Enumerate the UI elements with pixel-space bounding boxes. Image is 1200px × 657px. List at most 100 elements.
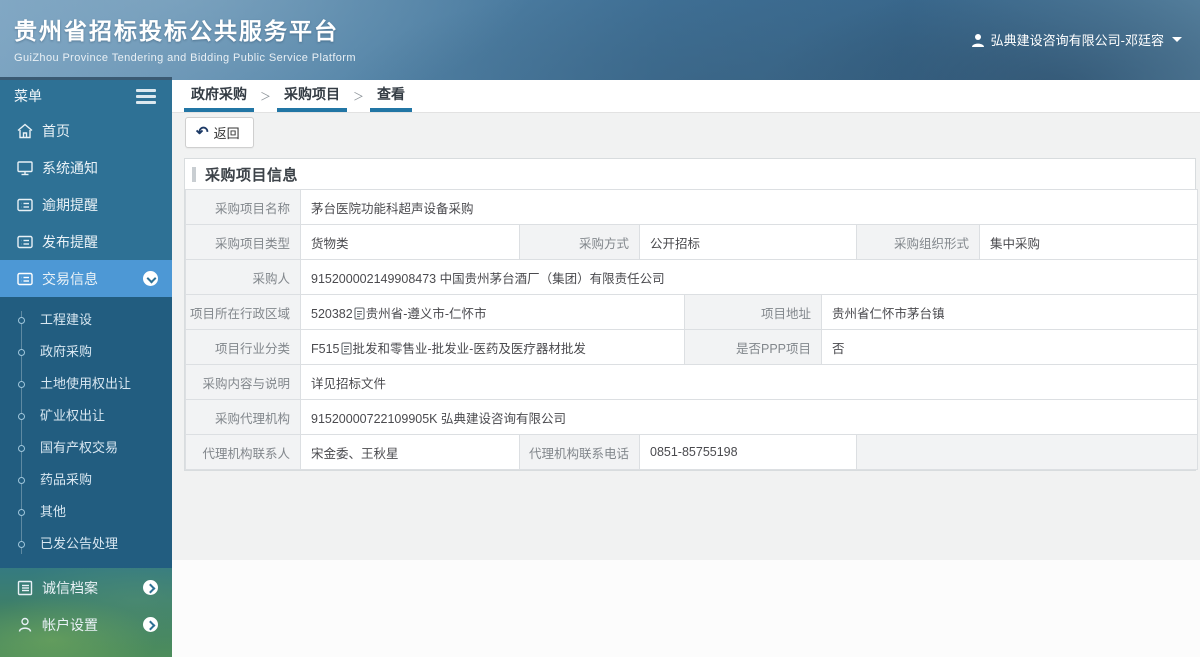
chevron-down-circle-icon [143,271,158,286]
sidebar-item-label: 系统通知 [42,159,98,176]
document-lines-icon [17,272,33,285]
content-desc-value: 详见招标文件 [299,364,1199,400]
sidebar-item-account-settings[interactable]: 帐户设置 [0,606,172,643]
project-type-value: 货物类 [300,224,520,260]
sidebar-item-transaction-info[interactable]: 交易信息 [0,260,172,297]
platform-brand: 贵州省招标投标公共服务平台 GuiZhou Province Tendering… [14,12,356,64]
field-label: 采购代理机构 [185,399,301,435]
field-label: 采购组织形式 [856,224,980,260]
sidebar-item-home[interactable]: 首页 [0,112,172,149]
sidebar-item-label: 帐户设置 [42,616,98,633]
back-button[interactable]: ↶ 返回 [185,117,254,148]
submenu-item-published-notices[interactable]: 已发公告处理 [0,528,172,560]
empty-cell [855,434,1199,470]
chevron-down-icon [1172,37,1182,42]
document-small-icon [341,342,351,354]
sidebar-item-integrity-files[interactable]: 诚信档案 [0,569,172,606]
address-value: 贵州省仁怀市茅台镇 [820,294,1199,330]
agency-contact-value: 宋金委、王秋星 [300,434,520,470]
project-info-card: 采购项目信息 采购项目名称 茅台医院功能科超声设备采购 采购项目类型 货物类 采… [184,158,1199,471]
sidebar-item-system-notice[interactable]: 系统通知 [0,149,172,186]
user-menu[interactable]: 弘典建设咨询有限公司-邓廷容 [971,30,1182,49]
hamburger-icon[interactable] [136,86,156,107]
sidebar-header: 菜单 [0,80,172,112]
table-row: 采购内容与说明 详见招标文件 [185,364,1199,400]
sidebar-item-label: 诚信档案 [42,579,98,596]
region-code: 520382 [311,306,353,321]
field-label: 采购内容与说明 [185,364,301,400]
menu-label: 菜单 [14,88,42,104]
section-bar-icon [192,166,196,182]
table-row: 项目所在行政区域 520382 贵州省-遵义市-仁怀市 项目地址 贵州省仁怀市茅台… [185,294,1199,330]
document-lines-icon [17,198,33,211]
field-label: 项目行业分类 [185,329,301,365]
table-row: 项目行业分类 F515 批发和零售业-批发业-医药及医疗器材批发 是否PPP项目 … [185,329,1199,365]
project-name-value: 茅台医院功能科超声设备采购 [299,189,1199,225]
breadcrumb-item-gov-procurement[interactable]: 政府采购 [184,80,254,112]
region-value: 520382 贵州省-遵义市-仁怀市 [300,294,685,330]
chevron-right-circle-icon [143,580,158,595]
breadcrumb-separator: ＞ [260,91,271,103]
table-row: 采购项目类型 货物类 采购方式 公开招标 采购组织形式 集中采购 [185,224,1199,260]
field-label: 采购方式 [519,224,640,260]
sidebar-item-label: 发布提醒 [42,233,98,250]
person-icon [18,617,32,632]
agency-phone-value: 0851-85755198 [639,434,857,470]
top-header: 贵州省招标投标公共服务平台 GuiZhou Province Tendering… [0,0,1200,80]
purchase-method-value: 公开招标 [639,224,857,260]
field-label: 是否PPP项目 [684,329,822,365]
industry-code: F515 [311,341,340,356]
page-background [172,560,1200,657]
sidebar-item-label: 首页 [42,122,70,139]
document-lines-icon [17,235,33,248]
breadcrumb-item-procurement-project[interactable]: 采购项目 [277,80,347,112]
sidebar: 菜单 首页 系统通知 逾期提醒 发布提醒 交易信息 工程建设 政府采购 土地使用… [0,80,172,657]
table-row: 代理机构联系人 宋金委、王秋星 代理机构联系电话 0851-85755198 [185,434,1199,470]
industry-text: 批发和零售业-批发业-医药及医疗器材批发 [352,341,586,356]
submenu-item-mining-rights[interactable]: 矿业权出让 [0,400,172,432]
field-label: 采购项目名称 [185,189,301,225]
sidebar-item-label: 交易信息 [42,270,98,287]
toolbar: ↶ 返回 [172,113,1200,150]
table-row: 采购项目名称 茅台医院功能科超声设备采购 [185,189,1199,225]
sidebar-item-publish-reminder[interactable]: 发布提醒 [0,223,172,260]
back-button-label: 返回 [213,126,240,141]
sidebar-item-overdue-reminder[interactable]: 逾期提醒 [0,186,172,223]
breadcrumb: 政府采购 ＞ 采购项目 ＞ 查看 [172,80,1200,113]
submenu-item-gov-procurement[interactable]: 政府采购 [0,336,172,368]
submenu-item-other[interactable]: 其他 [0,496,172,528]
agency-value: 91520000722109905K 弘典建设咨询有限公司 [299,399,1199,435]
platform-subtitle: GuiZhou Province Tendering and Bidding P… [14,52,356,64]
submenu-item-drug-procurement[interactable]: 药品采购 [0,464,172,496]
breadcrumb-separator: ＞ [353,91,364,103]
submenu-item-engineering[interactable]: 工程建设 [0,304,172,336]
document-small-icon [354,307,365,319]
field-label: 代理机构联系电话 [519,434,640,470]
home-icon [17,123,33,138]
breadcrumb-item-view[interactable]: 查看 [370,80,412,112]
submenu-item-state-property[interactable]: 国有产权交易 [0,432,172,464]
sidebar-item-label: 逾期提醒 [42,196,98,213]
ppp-value: 否 [820,329,1199,365]
field-label: 代理机构联系人 [185,434,301,470]
user-icon [971,33,985,47]
field-label: 采购项目类型 [185,224,301,260]
section-header: 采购项目信息 [185,159,1195,189]
region-text: 贵州省-遵义市-仁怀市 [365,306,487,321]
field-label: 项目所在行政区域 [185,294,301,330]
submenu-item-land-use[interactable]: 土地使用权出让 [0,368,172,400]
platform-title: 贵州省招标投标公共服务平台 [14,18,339,44]
industry-value: F515 批发和零售业-批发业-医药及医疗器材批发 [300,329,685,365]
purchaser-value: 915200002149908473 中国贵州茅台酒厂（集团）有限责任公司 [299,259,1199,295]
field-label: 项目地址 [684,294,822,330]
app-screen: 贵州省招标投标公共服务平台 GuiZhou Province Tendering… [0,0,1200,657]
org-form-value: 集中采购 [978,224,1199,260]
transaction-submenu: 工程建设 政府采购 土地使用权出让 矿业权出让 国有产权交易 药品采购 其他 已… [0,297,172,568]
project-info-table: 采购项目名称 茅台医院功能科超声设备采购 采购项目类型 货物类 采购方式 公开招… [185,189,1199,470]
list-icon [17,580,33,595]
user-name: 弘典建设咨询有限公司-邓廷容 [990,33,1164,48]
section-title: 采购项目信息 [205,166,299,184]
content-area: 采购项目信息 采购项目名称 茅台医院功能科超声设备采购 采购项目类型 货物类 采… [172,150,1200,560]
back-icon: ↶ [196,124,209,141]
table-row: 采购代理机构 91520000722109905K 弘典建设咨询有限公司 [185,399,1199,435]
